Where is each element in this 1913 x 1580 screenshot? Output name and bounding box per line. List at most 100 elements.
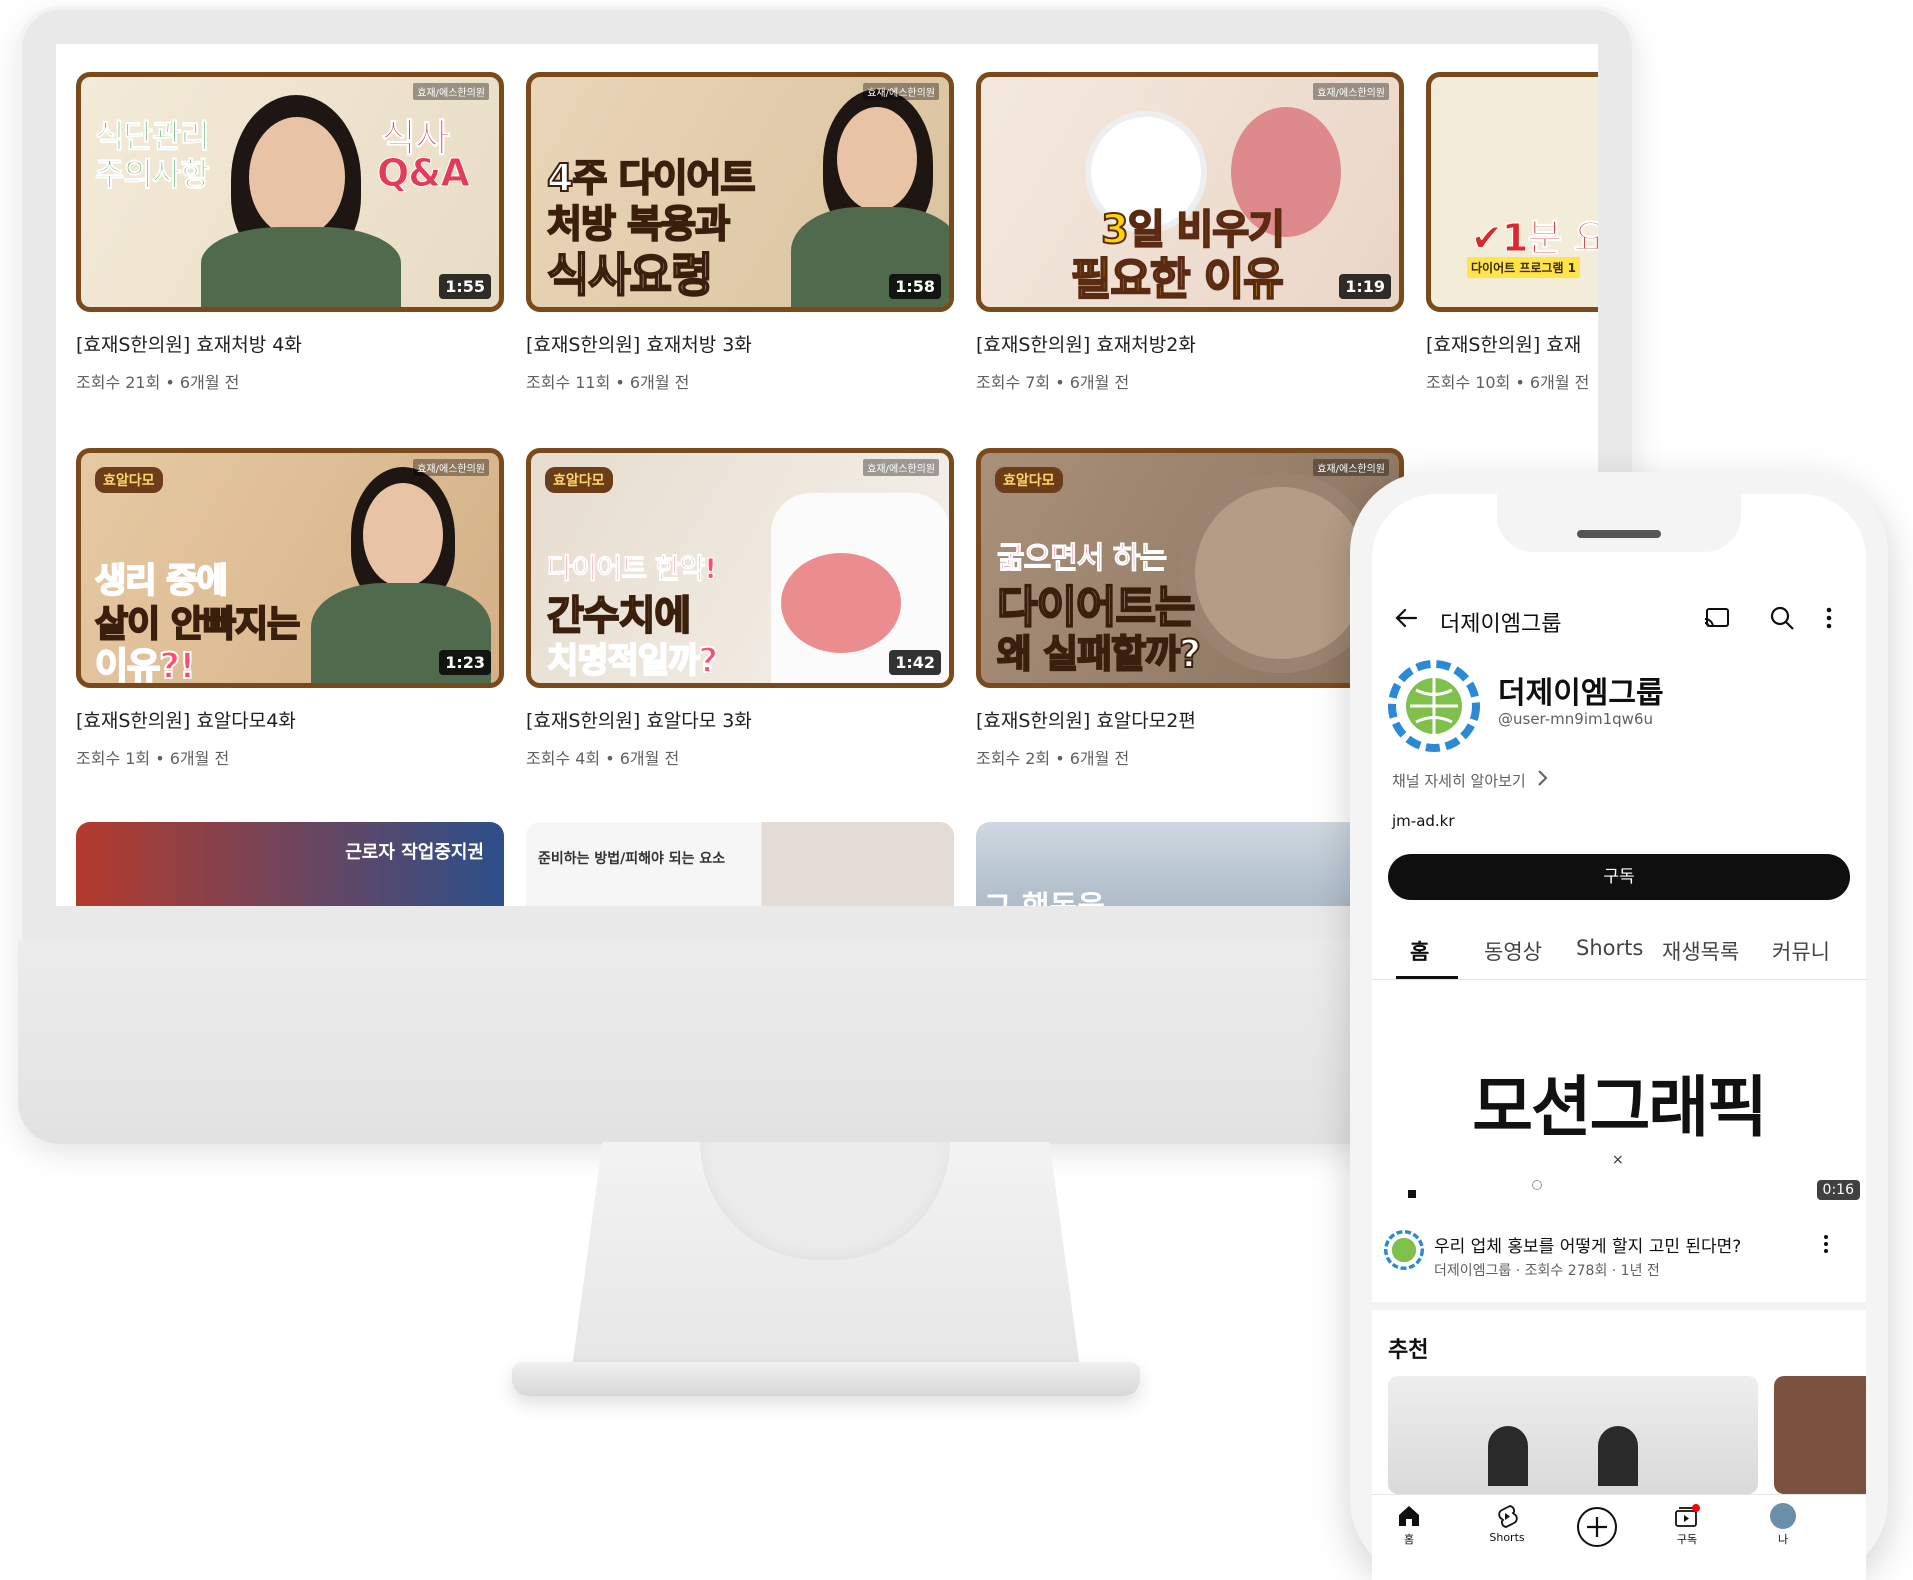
nav-subscriptions-label: 구독 — [1676, 1533, 1698, 1546]
video-card[interactable]: 효알다모 생리 중에 살이 안빠지는 이유?! 효재/에스한의원 1:23 [효… — [76, 448, 504, 769]
video-card[interactable]: ✔1분 요 다이어트 프로그램 1 [효재S한의원] 효재 조회수 10회 • … — [1426, 72, 1598, 393]
video-card[interactable]: 3일 비우기 필요한 이유 효재/에스한의원 1:19 [효재S한의원] 효재처… — [976, 72, 1404, 393]
subscriptions-icon — [1675, 1504, 1700, 1527]
video-card[interactable]: 근로자 작업중지권 — [76, 822, 504, 906]
subscribe-button[interactable]: 구독 — [1388, 854, 1850, 900]
featured-video-text: 모션그래픽 — [1472, 1069, 1768, 1146]
thumb-headline: 그 행동을 — [984, 882, 1105, 906]
recommended-thumbnail[interactable] — [1388, 1376, 1758, 1494]
featured-channel-avatar[interactable] — [1384, 1230, 1424, 1270]
video-card[interactable]: 그 행동을 — [976, 822, 1404, 906]
channel-tag: 효재/에스한의원 — [863, 459, 939, 476]
video-meta: 조회수 21회 • 6개월 전 — [76, 373, 240, 392]
video-title[interactable]: [효재S한의원] 효알다모 3화 — [526, 706, 954, 733]
series-badge: 효알다모 — [95, 467, 163, 493]
thumb-headline: 치명적일까? — [546, 640, 719, 682]
video-duration: 1:19 — [1339, 274, 1391, 299]
phone-frame: 더제이엠그룹 더제이엠그룹 @user-mn9im1qw6u 채널 자세히 알아… — [1350, 472, 1888, 1580]
recommended-thumbnail[interactable] — [1774, 1376, 1866, 1494]
nav-me-label: 나 — [1777, 1533, 1789, 1546]
video-thumbnail[interactable]: ✔1분 요 다이어트 프로그램 1 — [1426, 72, 1598, 312]
video-title[interactable]: [효재S한의원] 효재처방 4화 — [76, 330, 504, 357]
cast-icon[interactable] — [1702, 604, 1732, 632]
series-badge: 효알다모 — [995, 467, 1063, 493]
tab-videos[interactable]: 동영상 — [1484, 936, 1542, 966]
video-thumbnail[interactable]: 효알다모 굶으면서 하는 다이어트는 왜 실패할까? 효재/에스한의원 — [976, 448, 1404, 688]
video-meta: 조회수 1회 • 6개월 전 — [76, 749, 230, 768]
featured-duration: 0:16 — [1816, 1180, 1860, 1200]
tab-community[interactable]: 커뮤니 — [1772, 936, 1830, 966]
video-meta: 조회수 7회 • 6개월 전 — [976, 373, 1130, 392]
video-title[interactable]: [효재S한의원] 효재처방 3화 — [526, 330, 954, 357]
featured-video-meta: 더제이엠그룹 · 조회수 278회 · 1년 전 — [1434, 1263, 1660, 1279]
phone-notch — [1497, 494, 1741, 552]
video-duration: 1:58 — [889, 274, 941, 299]
video-card[interactable]: 효알다모 다이어트 한약! 간수치에 치명적일까? 효재/에스한의원 1:42 … — [526, 448, 954, 769]
home-icon — [1399, 1506, 1419, 1526]
video-title[interactable]: [효재S한의원] 효알다모2편 — [976, 706, 1404, 733]
thumb-headline: 왜 실패할까? — [996, 631, 1202, 677]
video-title[interactable]: [효재S한의원] 효재처방2화 — [976, 330, 1404, 357]
video-thumbnail[interactable]: 그 행동을 — [976, 822, 1404, 906]
channel-website-link[interactable]: jm-ad.kr — [1392, 812, 1455, 830]
channel-more-link[interactable]: 채널 자세히 알아보기 — [1392, 770, 1526, 791]
video-thumbnail[interactable]: 준비하는 방법/피해야 되는 요소 — [526, 822, 954, 906]
nav-create[interactable] — [1552, 1505, 1642, 1549]
series-badge: 효알다모 — [545, 467, 613, 493]
featured-more-icon[interactable] — [1820, 1232, 1832, 1256]
phone-screen: 더제이엠그룹 더제이엠그룹 @user-mn9im1qw6u 채널 자세히 알아… — [1372, 494, 1866, 1580]
video-title[interactable]: [효재S한의원] 효재 — [1426, 330, 1598, 357]
channel-tag: 효재/에스한의원 — [1313, 83, 1389, 100]
nav-subscriptions[interactable]: 구독 — [1642, 1503, 1732, 1547]
video-card[interactable]: 효알다모 굶으면서 하는 다이어트는 왜 실패할까? 효재/에스한의원 [효재S… — [976, 448, 1404, 769]
featured-video-player[interactable]: 모션그래픽 × 0:16 — [1372, 984, 1866, 1216]
video-card[interactable]: 식단관리 주의사항 식사 Q&A 효재/에스한의원 1:55 [효재S한의원] … — [76, 72, 504, 393]
channel-tag: 효재/에스한의원 — [413, 459, 489, 476]
channel-handle: @user-mn9im1qw6u — [1498, 710, 1653, 728]
chevron-right-icon[interactable] — [1536, 768, 1550, 788]
search-icon[interactable] — [1768, 604, 1796, 632]
thumb-headline: ✔1분 요 — [1470, 216, 1598, 261]
thumb-headline: Q&A — [377, 151, 471, 196]
video-title[interactable]: [효재S한의원] 효알다모4화 — [76, 706, 504, 733]
tab-home[interactable]: 홈 — [1410, 936, 1429, 966]
video-thumbnail[interactable]: 근로자 작업중지권 — [76, 822, 504, 906]
thumb-headline: 근로자 작업중지권 — [345, 842, 484, 863]
featured-video-title[interactable]: 우리 업체 홍보를 어떻게 할지 고민 된다면? — [1434, 1232, 1741, 1257]
tab-playlists[interactable]: 재생목록 — [1662, 936, 1739, 966]
channel-tag: 효재/에스한의원 — [1313, 459, 1389, 476]
more-vert-icon[interactable] — [1822, 604, 1836, 632]
thumb-headline: 다이어트 한약! — [546, 552, 717, 586]
video-thumbnail[interactable]: 식단관리 주의사항 식사 Q&A 효재/에스한의원 1:55 — [76, 72, 504, 312]
user-avatar-icon — [1770, 1503, 1796, 1529]
bottom-navigation: 홈 Shorts 구독 나 — [1372, 1494, 1866, 1580]
video-card[interactable]: 4주 다이어트 처방 복용과 식사요령 효재/에스한의원 1:58 [효재S한의… — [526, 72, 954, 393]
video-thumbnail[interactable]: 3일 비우기 필요한 이유 효재/에스한의원 1:19 — [976, 72, 1404, 312]
back-arrow-icon[interactable] — [1392, 604, 1420, 632]
video-thumbnail[interactable]: 효알다모 다이어트 한약! 간수치에 치명적일까? 효재/에스한의원 1:42 — [526, 448, 954, 688]
nav-home-label: 홈 — [1403, 1533, 1415, 1546]
shorts-icon — [1498, 1505, 1518, 1528]
topbar-title: 더제이엠그룹 — [1440, 612, 1562, 637]
channel-avatar[interactable] — [1388, 660, 1480, 752]
thumb-subline: 다이어트 프로그램 1 — [1467, 257, 1581, 278]
video-card[interactable]: 준비하는 방법/피해야 되는 요소 — [526, 822, 954, 906]
video-thumbnail[interactable]: 효알다모 생리 중에 살이 안빠지는 이유?! 효재/에스한의원 1:23 — [76, 448, 504, 688]
section-title: 추천 — [1388, 1338, 1429, 1363]
tab-shorts[interactable]: Shorts — [1576, 936, 1643, 960]
channel-tag: 효재/에스한의원 — [413, 83, 489, 100]
video-duration: 1:55 — [439, 274, 491, 299]
monitor-stand-base — [512, 1362, 1140, 1396]
thumb-headline: 주의사항 — [95, 155, 211, 194]
nav-shorts[interactable]: Shorts — [1462, 1503, 1552, 1544]
thumb-headline: 준비하는 방법/피해야 되는 요소 — [538, 851, 726, 867]
promo-stage: 식단관리 주의사항 식사 Q&A 효재/에스한의원 1:55 [효재S한의원] … — [0, 0, 1913, 1580]
video-thumbnail[interactable]: 4주 다이어트 처방 복용과 식사요령 효재/에스한의원 1:58 — [526, 72, 954, 312]
video-duration: 1:42 — [889, 650, 941, 675]
nav-home[interactable]: 홈 — [1372, 1503, 1454, 1547]
nav-shorts-label: Shorts — [1489, 1531, 1525, 1544]
channel-name: 더제이엠그룹 — [1498, 676, 1664, 711]
tab-active-indicator — [1396, 976, 1458, 979]
add-icon — [1577, 1507, 1617, 1547]
nav-me[interactable]: 나 — [1738, 1503, 1828, 1547]
